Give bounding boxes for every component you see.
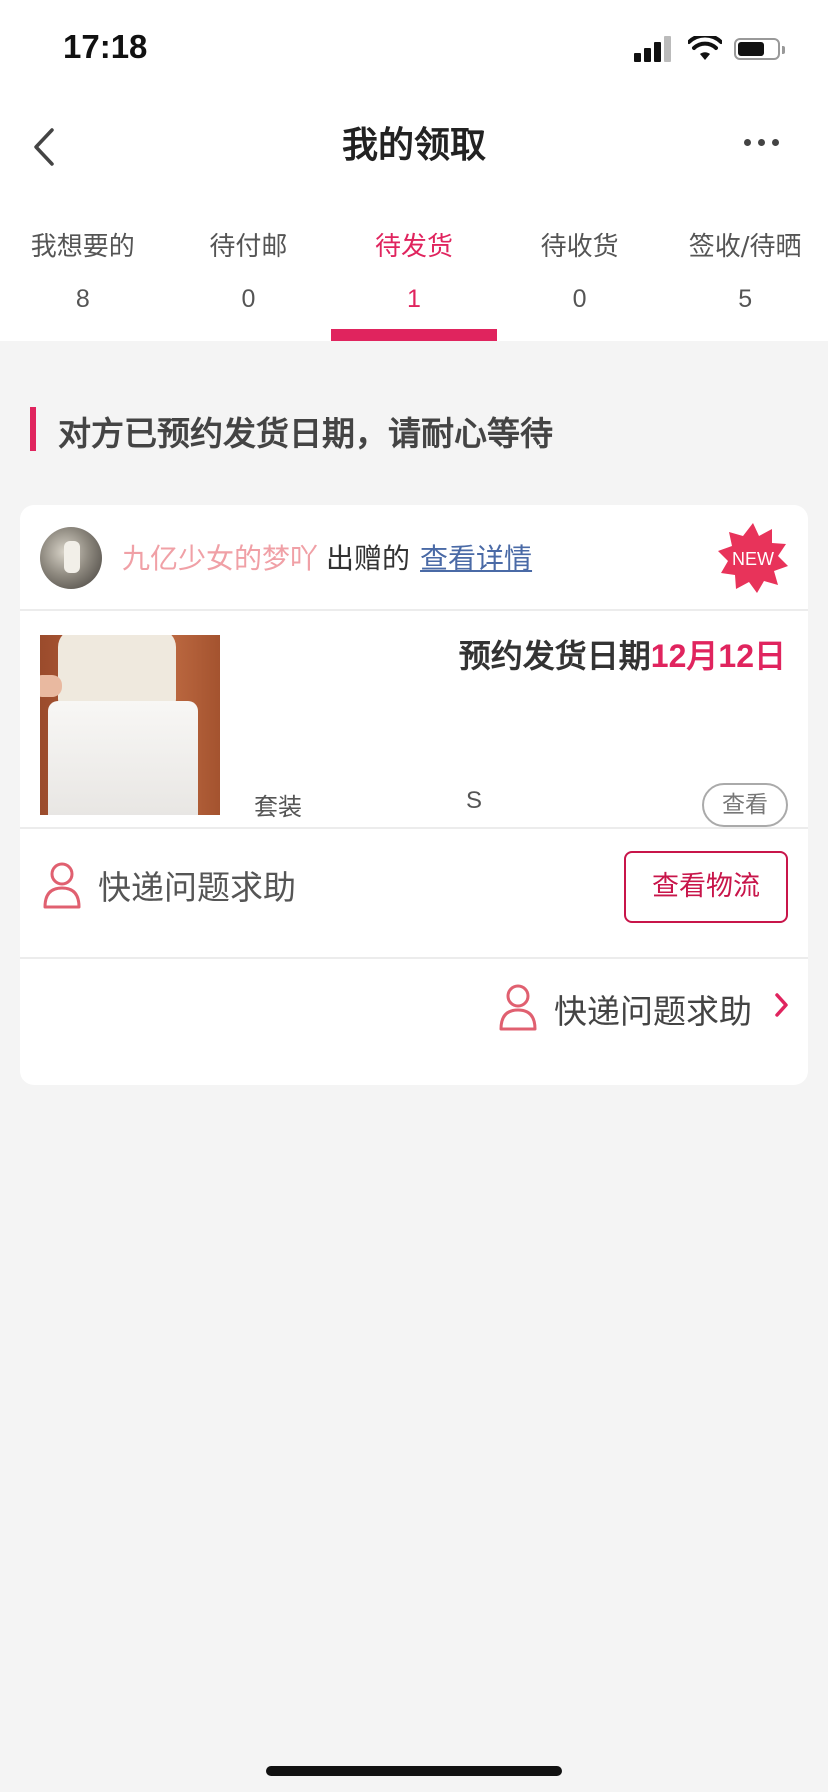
tab-count: 0 (572, 285, 587, 313)
status-icons (634, 36, 794, 62)
card-header: 九亿少女的梦吖 出赠的 查看详情 NEW (20, 505, 808, 611)
giver-suffix: 出赠的 (326, 542, 411, 575)
battery-icon (734, 38, 785, 60)
view-details-link[interactable]: 查看详情 (420, 542, 532, 575)
notice-text: 对方已预约发货日期，请耐心等待 (58, 414, 553, 453)
view-button[interactable]: 查看 (702, 783, 788, 827)
giver-name[interactable]: 九亿少女的梦吖 (122, 542, 318, 575)
courier-help-text[interactable]: 快递问题求助 (98, 861, 296, 909)
status-bar: 17:18 (0, 0, 828, 100)
tab-pending-receipt[interactable]: 待收货 0 (497, 200, 663, 341)
view-logistics-button[interactable]: 查看物流 (624, 851, 788, 923)
tab-count: 8 (75, 285, 90, 313)
product-image[interactable] (40, 635, 220, 815)
signal-icon (634, 36, 674, 62)
order-card: 九亿少女的梦吖 出赠的 查看详情 NEW 预约发货日期12月12日 套装 S 查看 … (20, 505, 808, 1085)
chevron-right-icon (775, 993, 788, 1017)
courier-help-row: 快递问题求助 查看物流 (20, 831, 808, 959)
new-badge-icon: NEW (718, 523, 788, 593)
shipping-notice: 对方已预约发货日期，请耐心等待 (30, 405, 790, 453)
tab-label: 签收/待晒 (688, 232, 802, 262)
tab-wanted[interactable]: 我想要的 8 (0, 200, 166, 341)
home-indicator (266, 1766, 562, 1776)
courier-help-link-text: 快递问题求助 (554, 992, 752, 1031)
person-icon (43, 862, 81, 909)
ship-date-value: 12月12日 (650, 638, 786, 674)
tab-count: 5 (738, 285, 753, 313)
avatar[interactable] (40, 527, 102, 589)
status-time: 17:18 (63, 28, 148, 65)
product-size: S (466, 787, 483, 814)
new-badge-label: NEW (732, 549, 774, 569)
tab-count: 0 (241, 285, 256, 313)
giver-line: 九亿少女的梦吖 出赠的 查看详情 (122, 537, 532, 577)
tab-pending-shipment[interactable]: 待发货 1 (331, 200, 497, 341)
status-tabs: 我想要的 8 待付邮 0 待发货 1 待收货 0 签收/待晒 5 (0, 200, 828, 341)
person-icon (499, 984, 537, 1031)
product-row[interactable]: 预约发货日期12月12日 套装 S 查看 (20, 613, 808, 829)
tab-label: 待付邮 (209, 232, 288, 262)
product-type: 套装 (254, 793, 302, 821)
courier-help-link[interactable]: 快递问题求助 (490, 983, 790, 1031)
scheduled-ship-date: 预约发货日期12月12日 (459, 631, 786, 677)
page-title: 我的领取 (341, 125, 486, 166)
tab-count: 1 (407, 285, 421, 313)
tab-received[interactable]: 签收/待晒 5 (662, 200, 828, 341)
notice-accent-bar (30, 407, 36, 451)
tab-label: 待收货 (540, 232, 619, 262)
active-tab-indicator (331, 329, 497, 341)
nav-bar: 我的领取 (0, 100, 828, 200)
tab-label: 待发货 (374, 232, 453, 262)
wifi-icon (688, 36, 722, 60)
ship-date-label: 预约发货日期 (458, 637, 651, 675)
tab-pending-postage[interactable]: 待付邮 0 (166, 200, 332, 341)
tab-label: 我想要的 (30, 232, 135, 262)
more-icon[interactable] (744, 136, 780, 150)
